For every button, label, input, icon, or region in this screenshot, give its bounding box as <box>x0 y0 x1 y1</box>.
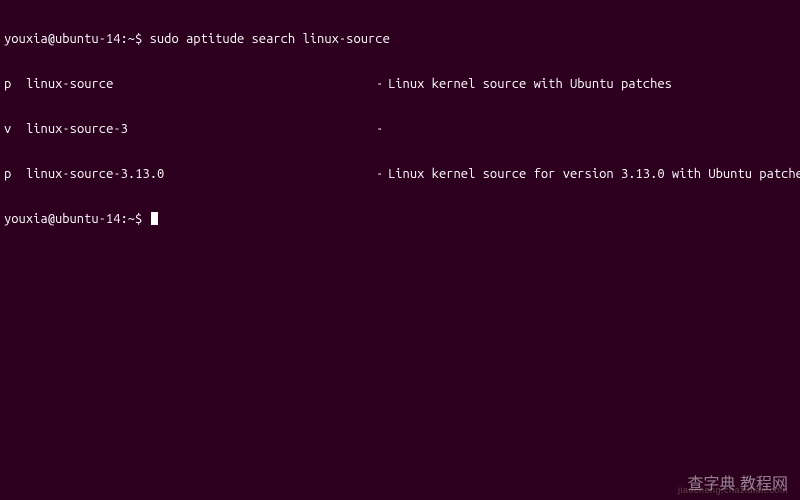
prompt-space <box>142 212 149 227</box>
result-separator: - <box>376 122 388 137</box>
watermark-url: jiaocheng.chazidian.com <box>678 483 788 498</box>
prompt-symbol: $ <box>135 32 142 47</box>
result-row: vlinux-source-3- <box>4 122 796 137</box>
result-status: v <box>4 122 26 137</box>
result-status: p <box>4 77 26 92</box>
result-package: linux-source-3.13.0 <box>26 167 376 182</box>
result-description: Linux kernel source with Ubuntu patches <box>388 77 796 92</box>
prompt-path: ~ <box>128 212 135 227</box>
result-description <box>388 122 796 137</box>
result-package: linux-source <box>26 77 376 92</box>
result-separator: - <box>376 167 388 182</box>
prompt-symbol: $ <box>135 212 142 227</box>
prompt-user-host: youxia@ubuntu-14 <box>4 212 120 227</box>
result-row: plinux-source-3.13.0-Linux kernel source… <box>4 167 796 182</box>
terminal-window[interactable]: youxia@ubuntu-14:~$ sudo aptitude search… <box>0 0 800 244</box>
command-text: sudo aptitude search linux-source <box>150 32 390 47</box>
command-line: youxia@ubuntu-14:~$ sudo aptitude search… <box>4 32 796 47</box>
result-status: p <box>4 167 26 182</box>
prompt-colon: : <box>120 32 127 47</box>
prompt-path: ~ <box>128 32 135 47</box>
cursor-icon <box>151 212 158 225</box>
result-package: linux-source-3 <box>26 122 376 137</box>
result-row: plinux-source-Linux kernel source with U… <box>4 77 796 92</box>
result-description: Linux kernel source for version 3.13.0 w… <box>388 167 800 182</box>
prompt-user-host: youxia@ubuntu-14 <box>4 32 120 47</box>
prompt-space <box>142 32 149 47</box>
prompt-colon: : <box>120 212 127 227</box>
prompt-line: youxia@ubuntu-14:~$ <box>4 212 796 227</box>
result-separator: - <box>376 77 388 92</box>
